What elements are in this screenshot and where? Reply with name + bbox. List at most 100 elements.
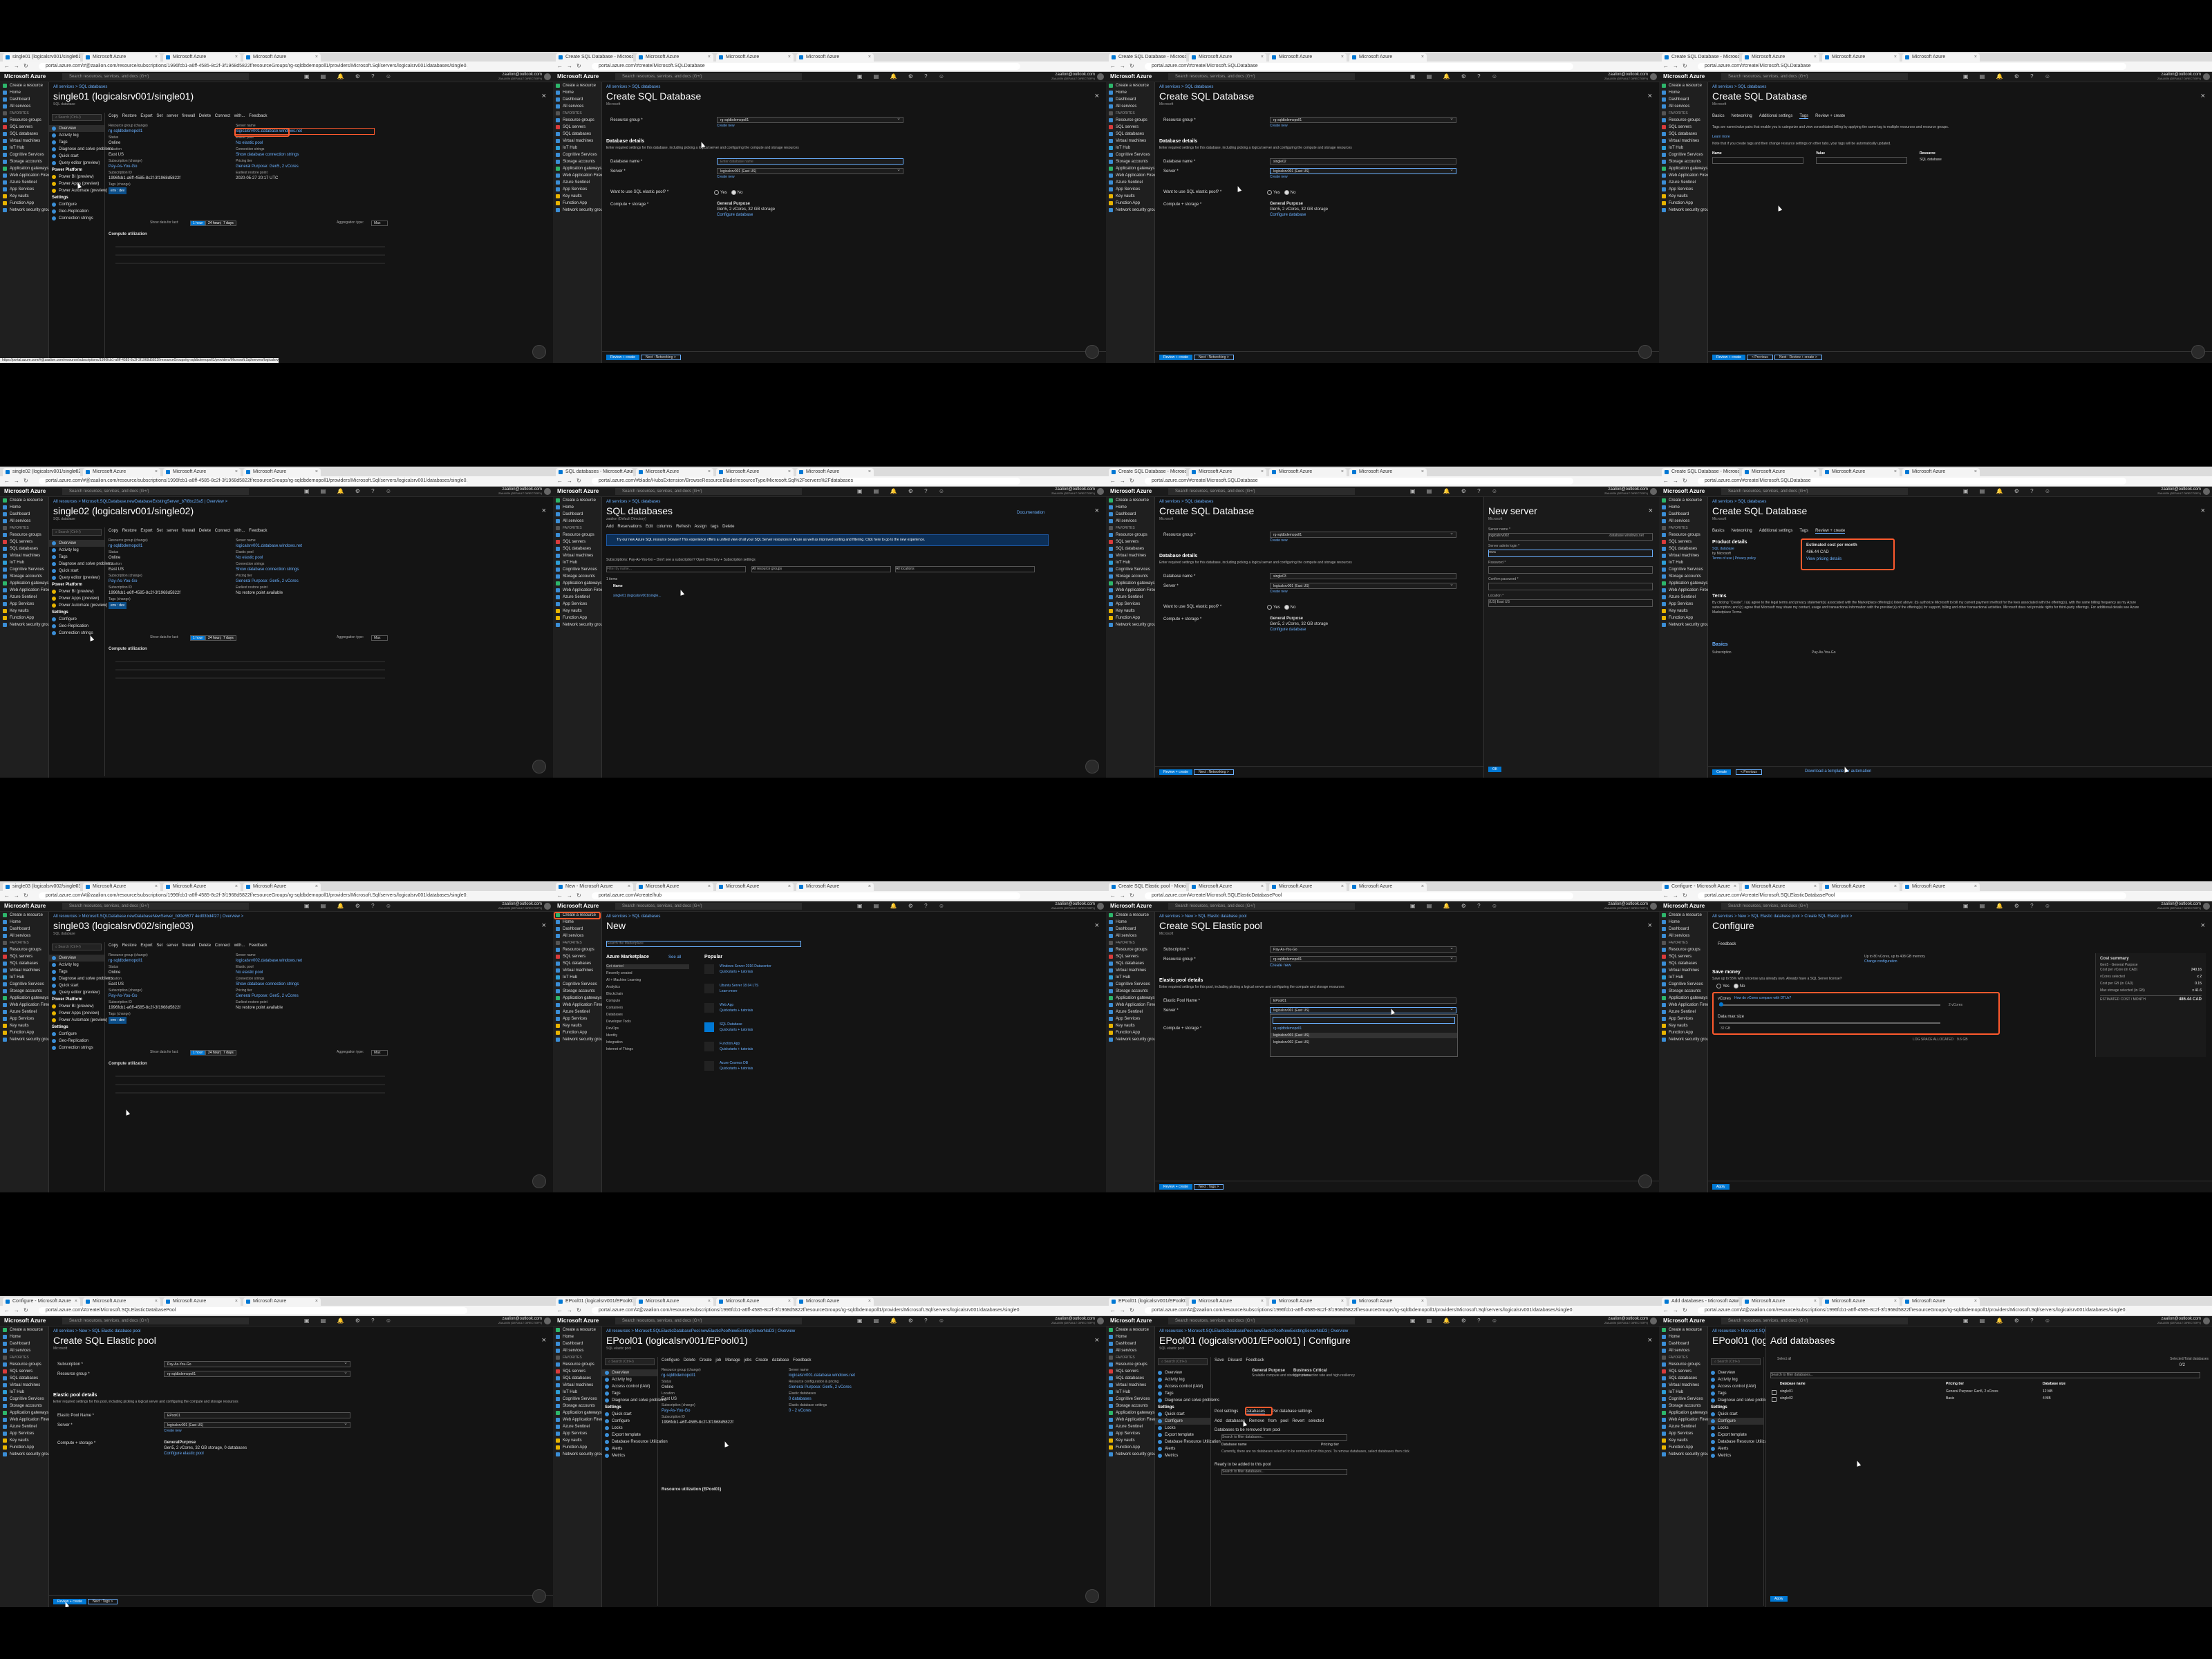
brand-logo[interactable]: Microsoft Azure [4,1318,46,1324]
browser-tab[interactable]: Microsoft Azure × [1902,1297,1980,1306]
close-tab-icon[interactable]: × [1341,53,1344,62]
brand-logo[interactable]: Microsoft Azure [557,73,599,80]
nav-item[interactable]: Cognitive Services [553,566,601,573]
confirm-password-input[interactable] [1488,583,1653,590]
avatar[interactable] [1650,1318,1657,1324]
avatar[interactable] [1097,73,1104,80]
apply-button[interactable]: Apply [1712,1184,1730,1190]
revert-button[interactable]: Revert selected [1292,1419,1324,1423]
nav-item[interactable]: Network security groups [0,1451,54,1458]
close-icon[interactable]: × [2201,921,2205,930]
review-create-button[interactable]: Review + create [1159,1184,1192,1190]
command-button[interactable]: Set server firewall [156,529,195,533]
next-networking-button[interactable]: Next : Networking > [1194,769,1234,775]
tag-badge[interactable]: env : dev [109,187,127,194]
no-radio[interactable] [1284,190,1289,195]
close-tab-icon[interactable]: × [75,53,77,62]
dropdown-option[interactable]: logicalsrv001 (East US) [1271,1033,1457,1038]
nav-item[interactable]: Home [1659,919,1707,926]
command-button[interactable]: Export [140,114,152,118]
aggregation-select[interactable]: Max [371,1050,388,1056]
nav-item[interactable]: Virtual machines [553,1382,601,1389]
back-icon[interactable]: ← [4,64,10,69]
top-bar-icons[interactable]: ▣ ▤ 🔔 ⚙ ? ☺ [304,488,396,495]
brand-logo[interactable]: Microsoft Azure [1663,488,1705,495]
user-account[interactable]: zaalion@outlook.com ZAALION (DEFAULT DIRE… [1051,902,1095,910]
nav-item[interactable]: Network security groups [0,621,54,628]
global-search-input[interactable]: Search resources, services, and docs (G+… [615,1318,802,1324]
documentation-link[interactable]: Documentation [1017,511,1044,515]
marketplace-search-input[interactable]: Search the Marketplace [606,941,801,947]
nav-item[interactable]: Home [0,919,48,926]
nav-item[interactable]: Dashboard [0,96,48,103]
tag-badge[interactable]: env : dev [109,602,127,609]
global-search-input[interactable]: Search resources, services, and docs (G+… [62,1318,249,1324]
browser-tab[interactable]: Microsoft Azure × [796,883,874,891]
user-account[interactable]: zaalion@outlook.com ZAALION (DEFAULT DIRE… [2157,902,2201,910]
breadcrumb[interactable]: All services > SQL databases [1712,85,1766,89]
nav-item[interactable]: Web Application Firewall... [553,1416,611,1423]
close-tab-icon[interactable]: × [1261,53,1264,62]
nav-item[interactable]: SQL servers [553,1368,601,1375]
nav-item[interactable]: IoT Hub [553,559,601,566]
browser-tab[interactable]: Configure - Microsoft Azure × [1662,883,1739,891]
close-tab-icon[interactable]: × [1894,53,1897,62]
feedback-button[interactable]: Feedback [1246,1358,1264,1362]
essentials-value[interactable]: Show database connection strings [236,567,374,572]
close-tab-icon[interactable]: × [868,883,871,891]
browser-tab[interactable]: New - Microsoft Azure × [556,883,633,891]
browser-tab[interactable]: Microsoft Azure × [1822,468,1900,476]
essentials-value[interactable]: Show database connection strings [236,982,374,987]
reload-icon[interactable]: ↻ [1683,478,1687,484]
menu-item[interactable]: Export template [1155,1432,1210,1438]
no-radio[interactable] [1284,605,1289,610]
form-tab[interactable]: Tags [1799,114,1809,119]
browser-tab[interactable]: SQL databases - Microsoft Azure × [556,468,633,476]
breadcrumb[interactable]: All resources > Microsoft.SQLDatabase.ne… [53,500,227,504]
browser-tab[interactable]: Microsoft Azure × [1349,53,1427,62]
nav-item[interactable]: Storage accounts [0,1403,48,1409]
nav-item[interactable]: Web Application Firewall... [1106,172,1164,179]
nav-item[interactable]: SQL servers [0,124,48,131]
back-icon[interactable]: ← [4,1308,10,1313]
user-account[interactable]: zaalion@outlook.com ZAALION (DEFAULT DIRE… [1604,487,1648,496]
command-button[interactable]: Feedback [793,1358,811,1362]
server-select[interactable]: logicalsrv001 (East US) [1270,168,1456,174]
marketplace-item-link[interactable]: Quickstarts + tutorials [720,1067,858,1071]
essentials-value[interactable]: logicalsrv001.database.windows.net [789,1373,927,1378]
close-tab-icon[interactable]: × [788,1297,791,1306]
brand-logo[interactable]: Microsoft Azure [4,488,46,495]
time-range-button[interactable]: 1 hour [190,635,206,641]
resource-group-select[interactable]: rg-sqldbdemopoll1 [164,1371,350,1377]
nav-item[interactable]: All services [0,103,48,110]
menu-item[interactable]: Overview [1155,1369,1210,1376]
nav-item[interactable]: Web Application Firewall... [0,1416,58,1423]
nav-item[interactable]: Resource groups [0,946,48,953]
top-bar-icons[interactable]: ▣ ▤ 🔔 ⚙ ? ☺ [857,488,949,495]
marketplace-item-title[interactable]: Ubuntu Server 18.04 LTS [720,984,858,988]
nav-item[interactable]: Dashboard [553,511,601,518]
nav-item[interactable]: SQL databases [0,960,48,967]
nav-item[interactable]: Virtual machines [1106,552,1154,559]
nav-item[interactable]: IoT Hub [1659,559,1707,566]
breadcrumb[interactable]: All services > SQL databases [1159,500,1213,504]
close-tab-icon[interactable]: × [628,1297,630,1306]
nav-item[interactable]: Cognitive Services [1106,151,1154,158]
global-search-input[interactable]: Search resources, services, and docs (G+… [62,488,249,495]
brand-logo[interactable]: Microsoft Azure [1663,903,1705,910]
menu-item[interactable]: Activity log [49,547,104,554]
nav-item[interactable]: Virtual machines [1659,138,1707,144]
command-button[interactable]: Set server firewall [156,944,195,948]
close-tab-icon[interactable]: × [315,883,318,891]
menu-item[interactable]: Tags [49,139,104,146]
forward-icon[interactable]: → [1120,478,1125,484]
nav-item[interactable]: Resource groups [553,946,601,953]
avatar[interactable] [1097,903,1104,910]
yes-radio[interactable] [1267,190,1272,195]
create-resource-link[interactable]: Create a resource [1106,1327,1154,1333]
table-header[interactable]: Pricing tier [1946,1382,1964,1387]
nav-item[interactable]: IoT Hub [0,974,48,981]
nav-item[interactable]: All services [1659,518,1707,525]
nav-item[interactable]: Resource groups [1659,532,1707,538]
nav-item[interactable]: SQL databases [1659,131,1707,138]
